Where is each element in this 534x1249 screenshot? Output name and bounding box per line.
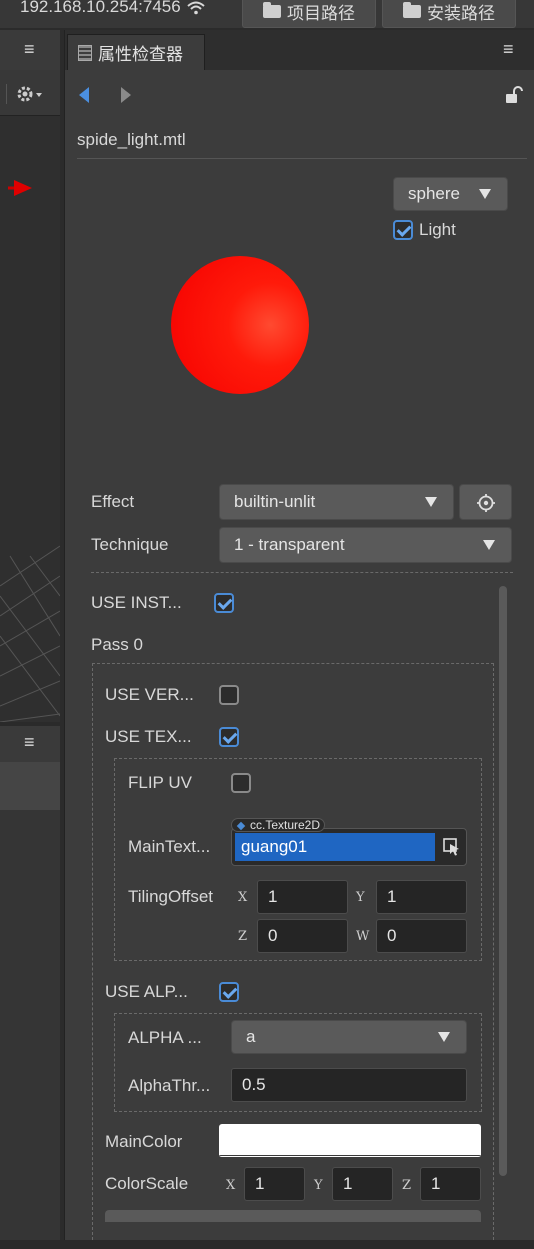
folder-icon <box>403 1 421 18</box>
chevron-down-icon <box>425 497 437 507</box>
scene-panel: ≡ ≡ <box>0 30 60 1249</box>
color-scale-z-axis-label: Z <box>402 1178 412 1193</box>
tab-inspector-label: 属性检查器 <box>98 45 183 64</box>
preview-shape-dropdown[interactable]: sphere <box>393 177 508 211</box>
chevron-down-icon <box>438 1032 450 1042</box>
bottom-status-bar <box>0 1240 534 1249</box>
tiling-offset-label: TilingOffset <box>128 887 214 906</box>
alpha-source-value: a <box>246 1027 256 1046</box>
server-address-text: 192.168.10.254:7456 <box>20 0 181 16</box>
light-checkbox[interactable] <box>393 220 413 240</box>
panel-menu-icon[interactable]: ≡ <box>24 39 35 60</box>
scrollbar-thumb[interactable] <box>499 586 507 1176</box>
use-texture-checkbox[interactable] <box>219 727 239 747</box>
scene-grid <box>0 180 60 722</box>
main-color-label: MainColor <box>105 1132 183 1151</box>
select-asset-icon[interactable] <box>443 838 461 856</box>
use-alpha-label: USE ALP... <box>105 982 188 1001</box>
main-color-swatch[interactable] <box>219 1124 481 1158</box>
technique-label: Technique <box>91 535 169 554</box>
toolbar-divider <box>6 84 7 104</box>
wifi-icon <box>187 1 206 14</box>
use-vertex-checkbox[interactable] <box>219 685 239 705</box>
preview-sphere <box>171 256 309 394</box>
tiling-y-axis-label: Y <box>356 890 365 905</box>
offset-z-input[interactable]: 0 <box>257 919 348 953</box>
main-texture-label: MainText... <box>128 837 211 856</box>
top-bar: 192.168.10.254:7456 项目路径 安装路径 <box>0 0 534 28</box>
second-panel-header: ≡ <box>0 726 60 762</box>
inspector-panel: 属性检查器 ≡ spide_light.mtl sphere Light Eff… <box>64 30 534 1240</box>
technique-dropdown[interactable]: 1 - transparent <box>219 527 512 563</box>
main-texture-field[interactable]: guang01 <box>231 828 467 866</box>
document-icon <box>78 44 92 61</box>
project-path-label: 项目路径 <box>287 3 355 23</box>
header-divider <box>77 158 527 159</box>
crosshair-icon <box>477 494 495 512</box>
inspector-menu-icon[interactable]: ≡ <box>503 39 514 60</box>
light-label: Light <box>419 220 456 239</box>
unlock-icon[interactable] <box>505 86 523 104</box>
scene-toolbar <box>0 70 60 116</box>
tiling-y-input[interactable]: 1 <box>376 880 467 914</box>
preview-shape-value: sphere <box>408 184 460 203</box>
alpha-threshold-input[interactable]: 0.5 <box>231 1068 467 1102</box>
gear-icon[interactable] <box>16 84 46 104</box>
effect-label: Effect <box>91 492 135 511</box>
use-texture-label: USE TEX... <box>105 727 192 746</box>
flip-uv-checkbox[interactable] <box>231 773 251 793</box>
technique-value: 1 - transparent <box>234 535 345 554</box>
use-instancing-label: USE INST... <box>91 593 182 612</box>
inspector-tab-bar: 属性检查器 ≡ <box>65 30 534 70</box>
pass-label: Pass 0 <box>91 635 143 654</box>
alpha-threshold-label: AlphaThr... <box>128 1076 211 1095</box>
color-scale-z-input[interactable]: 1 <box>420 1167 481 1201</box>
use-vertex-label: USE VER... <box>105 685 194 704</box>
color-scale-x-axis-label: X <box>226 1178 236 1193</box>
alpha-source-dropdown[interactable]: a <box>231 1020 467 1054</box>
tiling-x-axis-label: X <box>238 890 248 905</box>
technique-divider <box>91 572 513 573</box>
chevron-down-icon <box>483 540 495 550</box>
color-scale-label: ColorScale <box>105 1174 189 1193</box>
use-instancing-checkbox[interactable] <box>214 593 234 613</box>
scene-panel-header: ≡ <box>0 30 60 70</box>
alpha-source-label: ALPHA ... <box>128 1028 202 1047</box>
second-panel-body <box>0 810 60 1249</box>
asset-type-icon <box>236 821 246 831</box>
use-alpha-checkbox[interactable] <box>219 982 239 1002</box>
offset-z-axis-label: Z <box>238 929 248 944</box>
asset-name: spide_light.mtl <box>77 130 186 149</box>
install-path-button[interactable]: 安装路径 <box>382 0 516 28</box>
texture-type-text: cc.Texture2D <box>250 818 321 832</box>
forward-arrow-icon[interactable] <box>119 86 133 104</box>
effect-dropdown[interactable]: builtin-unlit <box>219 484 454 520</box>
folder-icon <box>263 1 281 18</box>
tiling-x-input[interactable]: 1 <box>257 880 348 914</box>
flip-uv-label: FLIP UV <box>128 773 192 792</box>
offset-w-axis-label: W <box>356 929 370 944</box>
server-address: 192.168.10.254:7456 <box>20 0 206 17</box>
color-scale-y-input[interactable]: 1 <box>332 1167 393 1201</box>
offset-w-input[interactable]: 0 <box>376 919 467 953</box>
scene-viewport[interactable] <box>0 116 60 722</box>
install-path-label: 安装路径 <box>427 3 495 23</box>
color-scale-x-input[interactable]: 1 <box>244 1167 305 1201</box>
main-texture-value: guang01 <box>235 833 435 861</box>
texture-type-tag: cc.Texture2D <box>231 818 326 832</box>
next-field-partial <box>105 1210 481 1222</box>
locate-effect-button[interactable] <box>459 484 512 520</box>
back-arrow-icon[interactable] <box>77 86 91 104</box>
color-scale-y-axis-label: Y <box>314 1178 323 1193</box>
effect-value: builtin-unlit <box>234 492 316 511</box>
panel-menu-icon[interactable]: ≡ <box>24 732 35 753</box>
second-panel-toolbar <box>0 762 60 810</box>
tab-inspector[interactable]: 属性检查器 <box>67 34 205 70</box>
chevron-down-icon <box>479 189 491 199</box>
project-path-button[interactable]: 项目路径 <box>242 0 376 28</box>
